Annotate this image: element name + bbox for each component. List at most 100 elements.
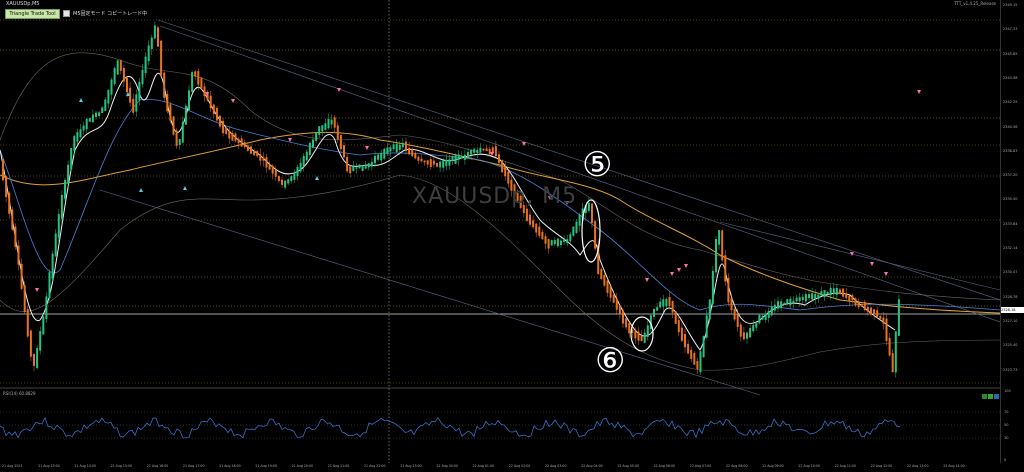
candle bbox=[203, 86, 206, 97]
rsi-label: RSI(14) 60.8829 bbox=[3, 391, 36, 396]
price-scale[interactable]: 2349.15 2347.33 2345.65 2343.98 2342.25 2340.… bbox=[1000, 0, 1024, 388]
candle bbox=[26, 309, 29, 337]
candle bbox=[857, 301, 860, 308]
candle bbox=[442, 160, 445, 168]
price-tick: 2349.15 bbox=[1003, 3, 1018, 7]
current-price-label: 2328.18 bbox=[1001, 307, 1024, 313]
candle bbox=[172, 116, 175, 135]
time-tick: 21 Aug 18:00 bbox=[219, 464, 241, 468]
candle bbox=[271, 165, 274, 174]
candle bbox=[246, 145, 249, 151]
candle bbox=[14, 226, 17, 247]
candle bbox=[724, 255, 727, 282]
candle bbox=[383, 148, 386, 159]
candle bbox=[882, 317, 885, 324]
candle bbox=[79, 129, 82, 138]
candle bbox=[330, 119, 333, 125]
candle bbox=[355, 167, 358, 169]
annotation-5: ⑤ bbox=[582, 145, 613, 185]
candle bbox=[293, 172, 296, 180]
candle bbox=[628, 322, 631, 334]
candle bbox=[556, 238, 559, 247]
candle bbox=[67, 164, 70, 184]
chart-canvas[interactable] bbox=[0, 0, 1000, 463]
candle bbox=[860, 303, 863, 307]
candle bbox=[463, 154, 466, 160]
candle bbox=[29, 330, 32, 357]
price-tick: 2347.33 bbox=[1003, 27, 1018, 32]
rsi-tick: 100 bbox=[1004, 389, 1011, 393]
candle bbox=[243, 142, 246, 148]
candle bbox=[829, 287, 832, 296]
candle bbox=[268, 164, 271, 170]
rsi-line bbox=[0, 416, 901, 439]
candle bbox=[308, 142, 311, 155]
candle bbox=[823, 290, 826, 298]
candle bbox=[296, 166, 299, 177]
candle bbox=[98, 112, 101, 117]
candle bbox=[615, 298, 618, 310]
candle bbox=[281, 179, 283, 185]
rsi-tick: 30 bbox=[1004, 436, 1009, 440]
candle bbox=[150, 37, 153, 49]
candle bbox=[51, 253, 54, 280]
candle bbox=[808, 294, 810, 299]
candle bbox=[315, 132, 318, 141]
candle bbox=[287, 179, 290, 184]
candle bbox=[498, 154, 500, 163]
time-tick: 22 Aug 03:00 bbox=[545, 464, 567, 468]
candle bbox=[451, 155, 454, 161]
time-tick: 22 Aug 11:00 bbox=[834, 464, 857, 468]
candle bbox=[147, 45, 150, 61]
candle bbox=[662, 299, 665, 307]
candle bbox=[60, 194, 63, 219]
time-tick: 21 Aug 13:00 bbox=[38, 464, 60, 468]
candle bbox=[891, 353, 894, 373]
candle bbox=[333, 117, 336, 128]
candle bbox=[5, 176, 8, 198]
candle bbox=[17, 245, 20, 265]
price-tick: 2342.25 bbox=[1003, 100, 1018, 105]
candle bbox=[457, 154, 460, 160]
candle bbox=[541, 231, 544, 240]
candle bbox=[250, 146, 252, 154]
candle bbox=[715, 238, 717, 273]
candle bbox=[718, 230, 721, 245]
candle bbox=[336, 125, 339, 140]
candle bbox=[699, 351, 702, 373]
time-tick: 21 Aug 16:00 bbox=[146, 464, 169, 468]
candle bbox=[277, 176, 280, 181]
candle bbox=[33, 353, 35, 366]
candle bbox=[894, 331, 897, 373]
candle bbox=[420, 158, 423, 162]
candle bbox=[104, 99, 107, 111]
candle bbox=[507, 171, 510, 184]
candle bbox=[575, 221, 578, 233]
candle bbox=[656, 307, 659, 311]
candle bbox=[494, 146, 497, 157]
candle bbox=[705, 315, 708, 338]
candle bbox=[188, 90, 190, 111]
time-tick: 21 Aug 20:00 bbox=[291, 464, 314, 468]
candle bbox=[265, 157, 268, 168]
time-tick: 22 Aug 06:00 bbox=[653, 464, 676, 468]
candle bbox=[343, 145, 345, 158]
candle bbox=[634, 331, 637, 339]
candle bbox=[659, 301, 662, 308]
rsi-tick: 0 bbox=[1004, 458, 1007, 462]
candle bbox=[870, 307, 872, 315]
candle bbox=[445, 159, 448, 167]
candle bbox=[358, 164, 361, 168]
candle bbox=[36, 348, 39, 369]
candle bbox=[113, 68, 116, 84]
candle bbox=[274, 169, 277, 177]
time-tick: 21 Aug 21:00 bbox=[327, 464, 350, 468]
candle bbox=[110, 79, 113, 95]
time-tick: 21 Aug 2023 bbox=[2, 464, 23, 468]
candle bbox=[48, 272, 51, 298]
candle bbox=[653, 308, 655, 317]
candle bbox=[600, 268, 603, 279]
candle bbox=[2, 159, 4, 181]
time-scale[interactable]: 21 Aug 2023 21 Aug 13:00 21 Aug 14:00 21 Au… bbox=[0, 463, 1000, 472]
candle bbox=[835, 288, 838, 295]
